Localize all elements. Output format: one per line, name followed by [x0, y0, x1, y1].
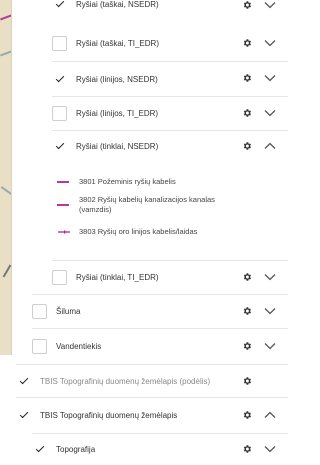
- layer-row-rysiai-tinklai-nsedr[interactable]: Ryšiai (tinklai, NSEDR): [52, 130, 288, 162]
- gear-icon[interactable]: [242, 410, 252, 420]
- map-background-strip[interactable]: [0, 0, 12, 355]
- layer-tree-panel: Ryšiai (taškai, NSEDR) Ryšiai (taškai, T…: [12, 0, 288, 465]
- layer-row-rysiai-linijos-ti-edr[interactable]: Ryšiai (linijos, TI_EDR): [52, 96, 288, 130]
- map-line: [0, 186, 11, 196]
- layer-label: Topografija: [56, 445, 96, 454]
- gear-icon[interactable]: [242, 306, 252, 316]
- legend-label: 3803 Ryšių oro linijos kabelis/laidas: [79, 227, 198, 236]
- line-symbol-icon: [57, 177, 71, 187]
- map-line: [0, 49, 11, 57]
- chevron-up-icon[interactable]: [264, 142, 276, 150]
- line-symbol-icon: [57, 200, 71, 210]
- layer-label: Ryšiai (tinklai, NSEDR): [76, 142, 159, 151]
- gear-icon[interactable]: [242, 73, 252, 83]
- map-line: [0, 13, 11, 21]
- layer-row-rysiai-tinklai-ti-edr[interactable]: Ryšiai (tinklai, TI_EDR): [52, 260, 288, 294]
- layer-checkbox[interactable]: [16, 374, 31, 389]
- gear-icon[interactable]: [242, 444, 252, 454]
- layer-checkbox[interactable]: [52, 35, 67, 51]
- chevron-down-icon[interactable]: [264, 342, 276, 350]
- map-line: [2, 264, 11, 278]
- layer-checkbox[interactable]: [52, 270, 67, 285]
- check-icon: [55, 140, 64, 150]
- arrow-line-symbol-icon: [58, 230, 70, 234]
- chevron-down-icon[interactable]: [264, 273, 276, 281]
- chevron-down-icon[interactable]: [264, 74, 276, 82]
- check-icon: [19, 409, 28, 419]
- layer-label: Ryšiai (taškai, TI_EDR): [76, 38, 159, 48]
- check-icon: [19, 375, 28, 384]
- legend-label: 3802 Ryšių kabelių kanalizacijos kanalas…: [79, 195, 215, 214]
- layer-checkbox[interactable]: [32, 339, 47, 354]
- gear-icon[interactable]: [242, 376, 252, 386]
- layer-row-rysiai-taskai-ti-edr[interactable]: Ryšiai (taškai, TI_EDR): [52, 25, 288, 61]
- layer-checkbox[interactable]: [16, 408, 31, 423]
- chevron-down-icon[interactable]: [264, 109, 276, 117]
- gear-icon[interactable]: [242, 272, 252, 282]
- layer-checkbox[interactable]: [32, 442, 47, 457]
- layer-label: TBIS Topografinių duomenų žemėlapis (pod…: [40, 376, 211, 386]
- legend-label: 3801 Požeminis ryšių kabelis: [79, 177, 176, 186]
- chevron-down-icon[interactable]: [264, 1, 276, 9]
- layer-checkbox[interactable]: [52, 0, 67, 12]
- legend-item: 3802 Ryšių kabelių kanalizacijos kanalas…: [57, 195, 244, 215]
- check-icon: [55, 0, 64, 7]
- chevron-down-icon[interactable]: [264, 445, 276, 453]
- legend-item: 3803 Ryšių oro linijos kabelis/laidas: [57, 227, 244, 237]
- check-icon: [35, 443, 44, 453]
- layer-checkbox[interactable]: [52, 139, 67, 154]
- legend-item: 3801 Požeminis ryšių kabelis: [57, 177, 244, 187]
- chevron-up-icon[interactable]: [264, 411, 276, 419]
- layer-row-rysiai-linijos-nsedr[interactable]: Ryšiai (linijos, NSEDR): [52, 61, 288, 96]
- layer-checkbox[interactable]: [52, 106, 67, 121]
- layer-checkbox[interactable]: [52, 72, 67, 87]
- layer-label: Ryšiai (tinklai, TI_EDR): [76, 273, 159, 282]
- chevron-down-icon[interactable]: [264, 307, 276, 315]
- layer-label: Ryšiai (taškai, NSEDR): [76, 0, 159, 9]
- gear-icon[interactable]: [242, 108, 252, 118]
- gear-icon[interactable]: [242, 38, 252, 48]
- layer-label: Ryšiai (linijos, TI_EDR): [76, 109, 159, 118]
- gear-icon[interactable]: [242, 0, 252, 10]
- layer-checkbox[interactable]: [32, 304, 47, 319]
- layer-label: Ryšiai (linijos, NSEDR): [76, 74, 158, 84]
- layer-label: Vandentiekis: [56, 342, 102, 351]
- gear-icon[interactable]: [242, 341, 252, 351]
- layer-label: Šiluma: [56, 307, 81, 316]
- gear-icon[interactable]: [242, 141, 252, 151]
- check-icon: [55, 73, 64, 82]
- chevron-down-icon[interactable]: [264, 39, 276, 47]
- layer-label: TBIS Topografinių duomenų žemėlapis: [40, 411, 178, 420]
